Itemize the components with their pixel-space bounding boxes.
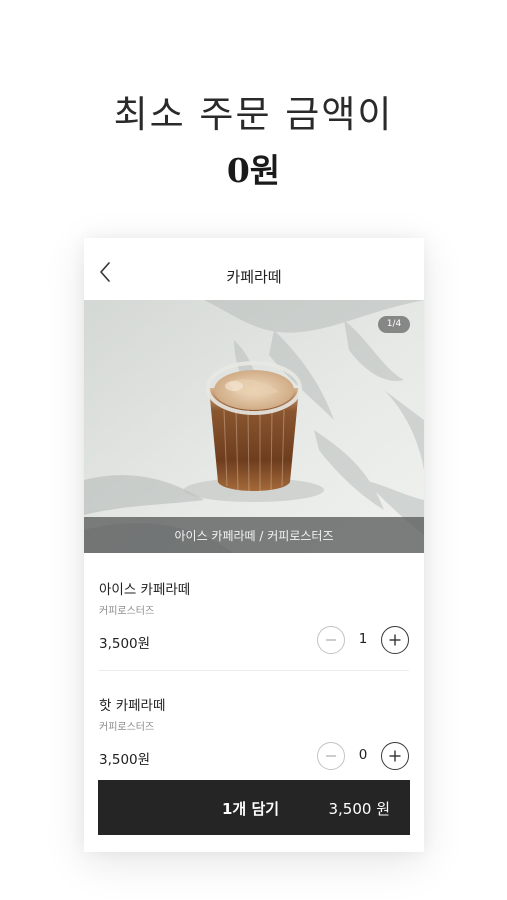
quantity-value: 0 (358, 747, 368, 763)
plus-icon (389, 750, 401, 762)
decrease-quantity-button[interactable] (317, 626, 345, 654)
image-caption-bar: 아이스 카페라떼 / 커피로스터즈 (84, 517, 424, 553)
add-to-cart-label: 1개 담기 (222, 800, 280, 818)
add-to-cart-button[interactable]: 1개 담기 3,500 원 (98, 780, 410, 835)
product-item: 아이스 카페라떼 커피로스터즈 3,500원 1 (99, 578, 409, 658)
product-name: 아이스 카페라떼 (99, 582, 191, 598)
image-caption: 아이스 카페라떼 / 커피로스터즈 (174, 529, 334, 543)
coffee-photo (84, 300, 424, 553)
page-indicator-badge: 1/4 (378, 316, 410, 333)
minus-icon (326, 755, 336, 757)
decrease-quantity-button[interactable] (317, 742, 345, 770)
quantity-stepper: 0 (317, 742, 409, 770)
headline-amount: 0원 (226, 151, 281, 190)
quantity-value: 1 (358, 631, 368, 647)
headline-title: 최소 주문 금액이 (113, 93, 394, 136)
increase-quantity-button[interactable] (381, 742, 409, 770)
product-store: 커피로스터즈 (99, 722, 155, 733)
quantity-stepper: 1 (317, 626, 409, 654)
increase-quantity-button[interactable] (381, 626, 409, 654)
product-name: 핫 카페라떼 (99, 698, 166, 714)
page-title: 카페라떼 (226, 268, 282, 286)
product-image-carousel[interactable]: 1/4 아이스 카페라떼 / 커피로스터즈 (84, 300, 424, 553)
phone-screen: 카페라떼 1/4 아이스 카페라떼 / 커피로스터즈 아이스 카페라떼 커피로스… (84, 238, 424, 852)
plus-icon (389, 634, 401, 646)
product-price: 3,500원 (99, 752, 151, 768)
top-bar: 카페라떼 (84, 238, 424, 300)
product-item: 핫 카페라떼 커피로스터즈 3,500원 0 (99, 694, 409, 774)
product-store: 커피로스터즈 (99, 606, 155, 617)
cart-total-price: 3,500 원 (328, 800, 390, 818)
product-divider (99, 670, 409, 671)
minus-icon (326, 639, 336, 641)
product-price: 3,500원 (99, 636, 151, 652)
